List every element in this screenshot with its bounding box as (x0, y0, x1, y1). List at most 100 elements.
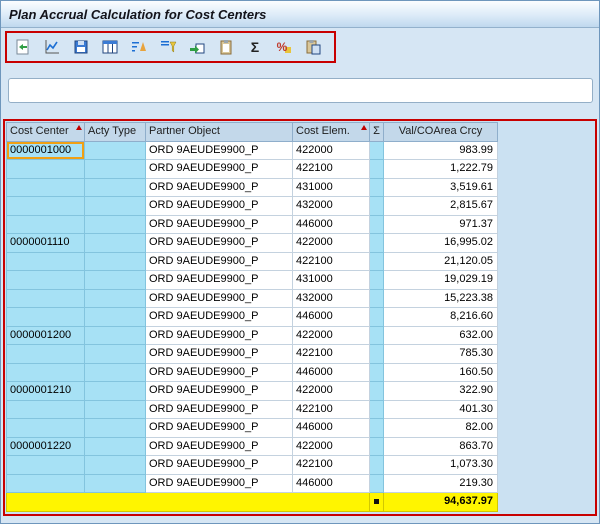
cell-acty-type[interactable] (84, 381, 146, 401)
cell-cost-center[interactable]: 0000001200 (6, 325, 85, 345)
cell-sum-flag[interactable] (369, 233, 384, 253)
graphic-icon[interactable] (41, 37, 63, 57)
cell-acty-type[interactable] (84, 344, 146, 364)
cell-acty-type[interactable] (84, 362, 146, 382)
cell-value[interactable]: 632.00 (383, 325, 498, 345)
cell-cost-elem[interactable]: 422000 (292, 381, 370, 401)
cell-cost-center[interactable]: 0000001110 (6, 233, 85, 253)
choose-layout-icon[interactable] (99, 37, 121, 57)
cell-partner-object[interactable]: ORD 9AEUDE9900_P (145, 381, 293, 401)
cell-cost-center[interactable]: 0000001210 (6, 381, 85, 401)
cell-acty-type[interactable] (84, 325, 146, 345)
cell-value[interactable]: 785.30 (383, 344, 498, 364)
cell-partner-object[interactable]: ORD 9AEUDE9900_P (145, 159, 293, 179)
save-icon[interactable] (70, 37, 92, 57)
cell-acty-type[interactable] (84, 251, 146, 271)
cell-partner-object[interactable]: ORD 9AEUDE9900_P (145, 177, 293, 197)
cell-cost-center[interactable] (6, 159, 85, 179)
sort-ascending-icon[interactable] (128, 37, 150, 57)
cell-partner-object[interactable]: ORD 9AEUDE9900_P (145, 233, 293, 253)
cell-cost-center[interactable] (6, 196, 85, 216)
cell-cost-elem[interactable]: 422100 (292, 455, 370, 475)
cell-value[interactable]: 3,519.61 (383, 177, 498, 197)
cell-value[interactable]: 16,995.02 (383, 233, 498, 253)
cell-sum-flag[interactable] (369, 399, 384, 419)
cell-acty-type[interactable] (84, 270, 146, 290)
cell-partner-object[interactable]: ORD 9AEUDE9900_P (145, 196, 293, 216)
cell-sum-flag[interactable] (369, 436, 384, 456)
cell-sum-flag[interactable] (369, 140, 384, 160)
cell-cost-center[interactable]: 0000001220 (6, 436, 85, 456)
cell-cost-elem[interactable]: 422100 (292, 159, 370, 179)
cell-acty-type[interactable] (84, 436, 146, 456)
cell-cost-center[interactable] (6, 270, 85, 290)
cell-cost-center[interactable]: 0000001000 (6, 140, 85, 160)
cell-cost-elem[interactable]: 446000 (292, 307, 370, 327)
cell-cost-center[interactable] (6, 455, 85, 475)
cell-value[interactable]: 983.99 (383, 140, 498, 160)
cell-partner-object[interactable]: ORD 9AEUDE9900_P (145, 214, 293, 234)
cell-acty-type[interactable] (84, 159, 146, 179)
cell-partner-object[interactable]: ORD 9AEUDE9900_P (145, 362, 293, 382)
cell-cost-elem[interactable]: 446000 (292, 362, 370, 382)
cell-cost-elem[interactable]: 431000 (292, 177, 370, 197)
cell-value[interactable]: 2,815.67 (383, 196, 498, 216)
cell-sum-flag[interactable] (369, 288, 384, 308)
column-header-value[interactable]: Val/COArea Crcy (383, 122, 498, 142)
cell-acty-type[interactable] (84, 455, 146, 475)
cell-acty-type[interactable] (84, 399, 146, 419)
cell-cost-center[interactable] (6, 399, 85, 419)
cell-sum-flag[interactable] (369, 159, 384, 179)
cell-cost-center[interactable] (6, 473, 85, 493)
cell-acty-type[interactable] (84, 233, 146, 253)
cell-acty-type[interactable] (84, 307, 146, 327)
cell-partner-object[interactable]: ORD 9AEUDE9900_P (145, 473, 293, 493)
cell-partner-object[interactable]: ORD 9AEUDE9900_P (145, 455, 293, 475)
cell-value[interactable]: 160.50 (383, 362, 498, 382)
cell-value[interactable]: 15,223.38 (383, 288, 498, 308)
cell-cost-center[interactable] (6, 177, 85, 197)
cell-cost-center[interactable] (6, 362, 85, 382)
cell-sum-flag[interactable] (369, 455, 384, 475)
cell-value[interactable]: 19,029.19 (383, 270, 498, 290)
cell-cost-center[interactable] (6, 344, 85, 364)
cell-cost-center[interactable] (6, 307, 85, 327)
cell-value[interactable]: 1,222.79 (383, 159, 498, 179)
cell-sum-flag[interactable] (369, 418, 384, 438)
selection-input[interactable] (8, 78, 593, 103)
cell-acty-type[interactable] (84, 177, 146, 197)
cell-value[interactable]: 219.30 (383, 473, 498, 493)
cell-sum-flag[interactable] (369, 344, 384, 364)
cell-value[interactable]: 82.00 (383, 418, 498, 438)
cell-cost-center[interactable] (6, 288, 85, 308)
cell-cost-elem[interactable]: 422100 (292, 399, 370, 419)
cell-partner-object[interactable]: ORD 9AEUDE9900_P (145, 344, 293, 364)
cell-partner-object[interactable]: ORD 9AEUDE9900_P (145, 140, 293, 160)
cell-value[interactable]: 21,120.05 (383, 251, 498, 271)
cell-value[interactable]: 8,216.60 (383, 307, 498, 327)
cell-value[interactable]: 322.90 (383, 381, 498, 401)
cell-cost-elem[interactable]: 422000 (292, 436, 370, 456)
paste-icon[interactable] (302, 37, 324, 57)
cell-sum-flag[interactable] (369, 177, 384, 197)
cell-partner-object[interactable]: ORD 9AEUDE9900_P (145, 418, 293, 438)
cell-sum-flag[interactable] (369, 473, 384, 493)
column-header-acty-type[interactable]: Acty Type (84, 122, 146, 142)
column-header-cost-elem[interactable]: Cost Elem. (292, 122, 370, 142)
cell-cost-elem[interactable]: 446000 (292, 418, 370, 438)
total-icon[interactable]: Σ (244, 37, 266, 57)
cell-value[interactable]: 1,073.30 (383, 455, 498, 475)
percentage-icon[interactable]: % (273, 37, 295, 57)
copy-icon[interactable] (215, 37, 237, 57)
cell-sum-flag[interactable] (369, 307, 384, 327)
cell-acty-type[interactable] (84, 288, 146, 308)
column-header-sum[interactable]: Σ (369, 122, 384, 142)
cell-sum-flag[interactable] (369, 214, 384, 234)
cell-partner-object[interactable]: ORD 9AEUDE9900_P (145, 251, 293, 271)
export-icon[interactable] (186, 37, 208, 57)
cell-cost-elem[interactable]: 422000 (292, 140, 370, 160)
cell-cost-elem[interactable]: 432000 (292, 196, 370, 216)
cell-acty-type[interactable] (84, 140, 146, 160)
cell-value[interactable]: 401.30 (383, 399, 498, 419)
cell-acty-type[interactable] (84, 473, 146, 493)
